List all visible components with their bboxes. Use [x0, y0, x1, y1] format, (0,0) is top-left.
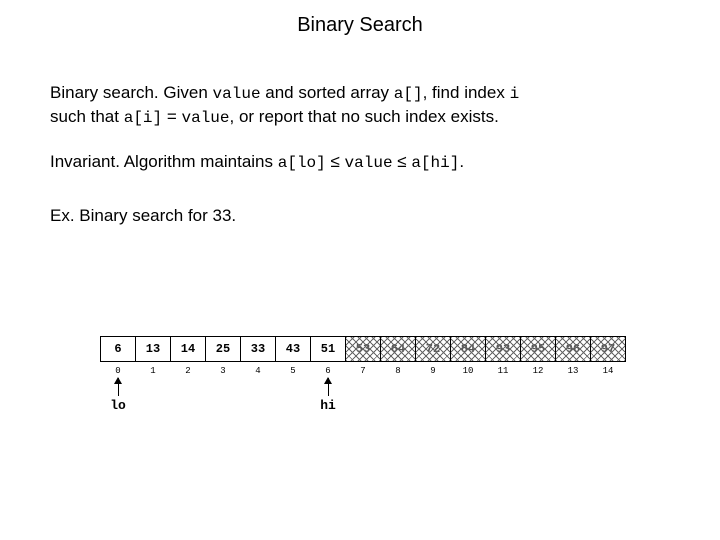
le-symbol: ≤	[326, 152, 345, 171]
text: .	[459, 152, 464, 171]
code: value	[345, 154, 393, 172]
pointer-hi-label: hi	[320, 398, 336, 413]
arrow-up-icon	[118, 378, 119, 396]
array-index: 6	[310, 366, 346, 376]
array-cell: 96	[555, 336, 591, 362]
array-index: 0	[100, 366, 136, 376]
array-cell: 93	[485, 336, 521, 362]
array-cell: 13	[135, 336, 171, 362]
array-cell: 43	[275, 336, 311, 362]
pointer-hi: hi	[318, 378, 338, 413]
array-index: 1	[135, 366, 171, 376]
text: Given	[159, 83, 213, 102]
code: a[lo]	[278, 154, 326, 172]
code: a[hi]	[411, 154, 459, 172]
lead-label: Binary search.	[50, 83, 159, 102]
array-index: 14	[590, 366, 626, 376]
body-text: Binary search. Given value and sorted ar…	[50, 82, 670, 250]
array-cell: 53	[345, 336, 381, 362]
code: value	[213, 85, 261, 103]
array-cells-row: 61314253343515364728493959697	[100, 336, 626, 362]
code: a[i]	[124, 109, 162, 127]
text: , or report that no such index exists.	[230, 107, 499, 126]
array-index: 8	[380, 366, 416, 376]
page-title: Binary Search	[0, 14, 720, 37]
array-index: 2	[170, 366, 206, 376]
array-index: 5	[275, 366, 311, 376]
array-index: 4	[240, 366, 276, 376]
array-index: 3	[205, 366, 241, 376]
pointer-lo: lo	[108, 378, 128, 413]
code: value	[182, 109, 230, 127]
array-cell: 72	[415, 336, 451, 362]
array-cell: 14	[170, 336, 206, 362]
lead-label: Invariant.	[50, 152, 120, 171]
text: Binary search for 33.	[75, 206, 237, 225]
arrow-up-icon	[328, 378, 329, 396]
code: a[]	[394, 85, 423, 103]
le-symbol: ≤	[393, 152, 412, 171]
array-cell: 33	[240, 336, 276, 362]
paragraph-example: Ex. Binary search for 33.	[50, 205, 670, 228]
text: Algorithm maintains	[120, 152, 278, 171]
text: , find index	[423, 83, 510, 102]
array-cell: 97	[590, 336, 626, 362]
text: and sorted array	[261, 83, 394, 102]
array-cell: 6	[100, 336, 136, 362]
slide: Binary Search Binary search. Given value…	[0, 0, 720, 540]
text: =	[162, 107, 181, 126]
paragraph-definition: Binary search. Given value and sorted ar…	[50, 82, 670, 129]
array-diagram: 61314253343515364728493959697 0123456789…	[100, 336, 626, 428]
array-cell: 84	[450, 336, 486, 362]
array-indices-row: 01234567891011121314	[100, 366, 626, 376]
code: i	[510, 85, 520, 103]
array-index: 7	[345, 366, 381, 376]
array-cell: 95	[520, 336, 556, 362]
array-cell: 51	[310, 336, 346, 362]
array-cell: 64	[380, 336, 416, 362]
text: such that	[50, 107, 124, 126]
array-cell: 25	[205, 336, 241, 362]
array-index: 10	[450, 366, 486, 376]
pointer-lo-label: lo	[110, 398, 126, 413]
lead-label: Ex.	[50, 206, 75, 225]
array-pointers: lo hi	[100, 378, 626, 428]
array-index: 11	[485, 366, 521, 376]
array-index: 13	[555, 366, 591, 376]
array-index: 9	[415, 366, 451, 376]
array-index: 12	[520, 366, 556, 376]
paragraph-invariant: Invariant. Algorithm maintains a[lo] ≤ v…	[50, 151, 670, 175]
